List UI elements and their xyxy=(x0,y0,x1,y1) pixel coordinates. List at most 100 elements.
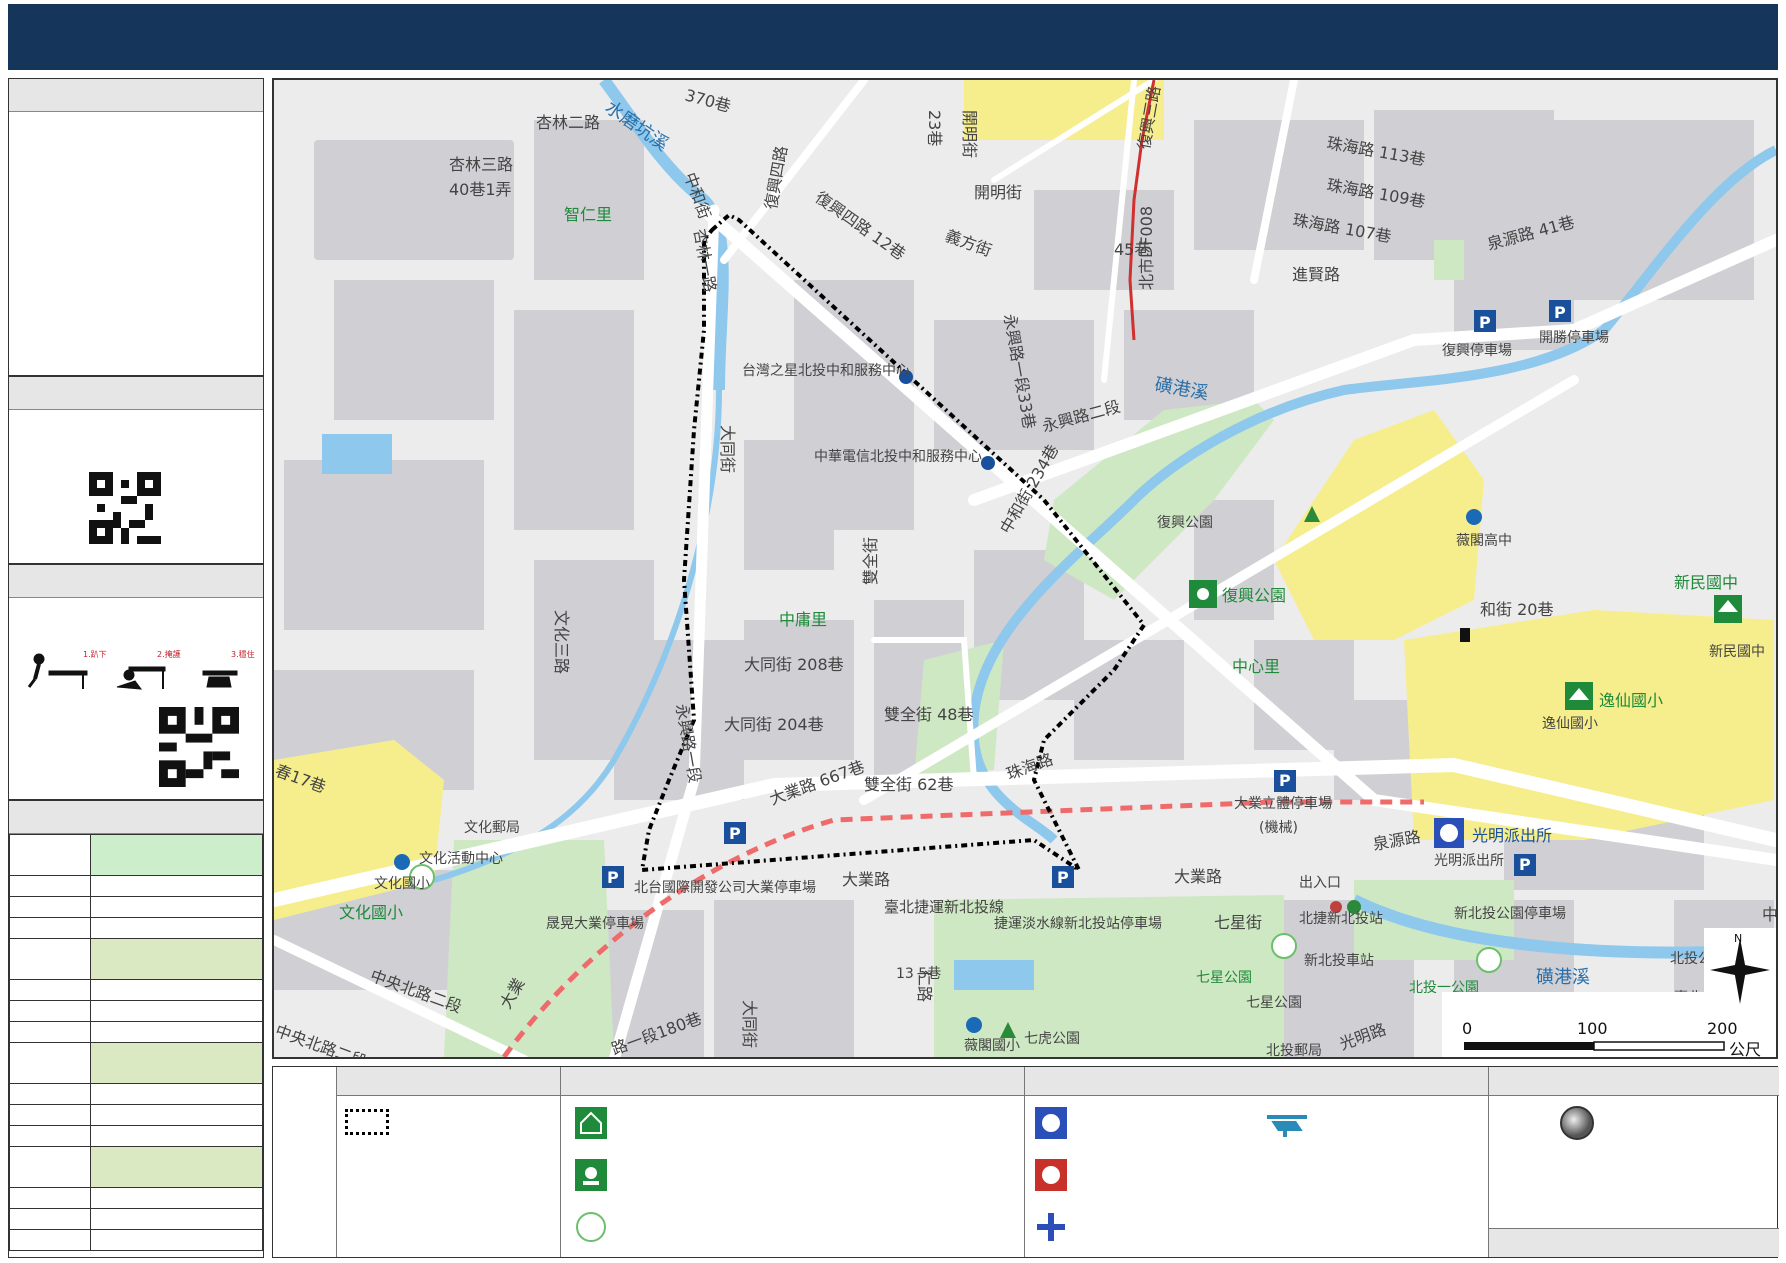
label-qihu-park: 七虎公園 xyxy=(1024,1031,1080,1047)
table-row xyxy=(9,1021,263,1043)
label-zhonghe-st: 中和街 xyxy=(680,170,714,222)
label-kaiming-2: 開明街 xyxy=(974,183,1022,202)
quake-step3: 3.穩住 xyxy=(231,649,255,659)
table-cell xyxy=(90,1229,263,1251)
label-370lane: 370巷 xyxy=(683,86,733,116)
table-row xyxy=(9,1083,263,1105)
legend-col-3 xyxy=(1025,1067,1489,1257)
evacuation-park-icon xyxy=(575,1159,607,1191)
table-cell xyxy=(9,1125,91,1147)
label-zhirenli: 智仁里 xyxy=(564,205,612,224)
table-row xyxy=(9,1042,263,1084)
quake-step2: 2.掩護 xyxy=(157,649,181,659)
table-cell xyxy=(9,1021,91,1043)
legend-panel xyxy=(272,1066,1779,1258)
label-fuxing-park-2: 復興公園 xyxy=(1222,586,1286,605)
landmark-icon xyxy=(1560,1106,1594,1140)
shelter-icon xyxy=(575,1107,607,1139)
table-cell xyxy=(90,1000,263,1022)
label-datong204: 大同街 204巷 xyxy=(724,715,824,734)
map-canvas[interactable]: PPP PP PP 杏林二路 杏林三路 40巷1弄 水磨坑溪 智仁里 中和街 3… xyxy=(274,80,1776,1057)
svg-text:P: P xyxy=(1554,303,1566,322)
label-wenhua-post: 文化郵局 xyxy=(464,820,520,836)
fire-icon xyxy=(1035,1159,1067,1191)
table-cell xyxy=(9,938,91,980)
table-row xyxy=(9,1146,263,1188)
table-row xyxy=(9,875,263,897)
police-icon xyxy=(1434,818,1464,848)
label-zhongyongli: 中庸里 xyxy=(779,610,827,629)
table-cell xyxy=(9,917,91,939)
police-icon xyxy=(1035,1107,1067,1139)
label-fuxing-park: 復興公園 xyxy=(1157,514,1213,531)
label-yixian-elem-2: 逸仙國小 xyxy=(1542,716,1598,732)
map-area[interactable]: PPP PPPP 杏林二路 杏林三路 40巷1弄 水磨坑溪 智仁里 中和街 37… xyxy=(272,78,1778,1059)
reserve-icon xyxy=(576,1212,606,1242)
label-mrt-parking: 捷運淡水線新北投站停車場 xyxy=(994,915,1162,932)
table-row xyxy=(9,917,263,939)
table-cell xyxy=(90,1104,263,1126)
label-guangming-police-2: 光明派出所 xyxy=(1434,853,1504,869)
label-df008: 北市DF008 xyxy=(1137,206,1156,290)
evacuation-park-icon xyxy=(1189,580,1217,608)
table-cell xyxy=(90,938,263,980)
label-wenhua-center: 文化活動中心 xyxy=(419,851,503,867)
label-kaisheng-parking: 開勝停車場 xyxy=(1539,329,1609,346)
label-wenhua3: 文化三路 xyxy=(552,610,571,674)
label-jinxian: 進賢路 xyxy=(1292,265,1340,284)
table-cell xyxy=(90,1146,263,1188)
label-zhongxinli: 中心里 xyxy=(1232,657,1280,676)
quake-step1: 1.趴下 xyxy=(83,650,107,659)
table-cell xyxy=(90,1021,263,1043)
legend-col-label xyxy=(273,1067,337,1257)
label-huanggangxi-2: 磺港溪 xyxy=(1536,967,1590,988)
table-cell xyxy=(9,1000,91,1022)
table-row xyxy=(9,1187,263,1209)
medical-icon xyxy=(1037,1213,1065,1241)
table-cell xyxy=(9,834,91,876)
quake-qr-code-icon[interactable] xyxy=(159,707,239,787)
table-row xyxy=(9,834,263,876)
label-zhongyang: 中央 xyxy=(1762,905,1776,924)
label-metro-line: 臺北捷運新北投線 xyxy=(884,898,1004,916)
table-row xyxy=(9,979,263,1001)
label-shenghuang-parking: 晟晃大業停車場 xyxy=(546,915,644,932)
table-cell xyxy=(9,1187,91,1209)
table-cell xyxy=(90,875,263,897)
table-cell xyxy=(9,1146,91,1188)
north-arrow-icon: N xyxy=(1704,928,1776,1016)
scale-unit: 公尺 xyxy=(1729,1040,1761,1057)
table-row xyxy=(9,1208,263,1230)
label-shuangquan62: 雙全街 62巷 xyxy=(864,775,953,794)
boundary-icon xyxy=(345,1109,389,1135)
title-bar xyxy=(8,4,1778,70)
scale-tick-200: 200 xyxy=(1707,1019,1738,1038)
table-cell xyxy=(90,979,263,1001)
table-cell xyxy=(90,834,263,876)
label-daye-rd: 大業路 xyxy=(842,870,890,889)
label-beitai-parking: 北台國際開發公司大業停車場 xyxy=(634,879,816,896)
label-qixing-park: 七星公園 xyxy=(1196,970,1252,986)
table-cell xyxy=(9,896,91,918)
label-cht: 中華電信北投中和服務中心 xyxy=(814,449,982,465)
legend-col-4 xyxy=(1489,1067,1779,1257)
quake-panel-header xyxy=(9,565,263,598)
table-row xyxy=(9,1104,263,1126)
table-cell xyxy=(90,1208,263,1230)
table-cell xyxy=(90,896,263,918)
svg-text:P: P xyxy=(1479,313,1491,332)
qr-code-icon[interactable] xyxy=(89,472,161,544)
info-panel xyxy=(8,78,264,376)
info-panel-header xyxy=(9,79,263,112)
table-cell xyxy=(9,1042,91,1084)
label-entrance: 出入口 xyxy=(1299,875,1341,891)
drop-cover-hold-icon: 1.趴下 2.掩護 3.穩住 xyxy=(27,649,255,690)
label-hejie20: 和街 20巷 xyxy=(1480,600,1553,619)
table-row xyxy=(9,1125,263,1147)
table-cell xyxy=(90,1187,263,1209)
label-xinmin-junior-2: 新民國中 xyxy=(1709,644,1765,660)
label-guangming-police: 光明派出所 xyxy=(1472,826,1552,845)
label-wenhua-elem: 文化國小 xyxy=(374,876,430,892)
north-label: N xyxy=(1734,932,1742,945)
label-yixian-elem: 逸仙國小 xyxy=(1599,691,1663,710)
